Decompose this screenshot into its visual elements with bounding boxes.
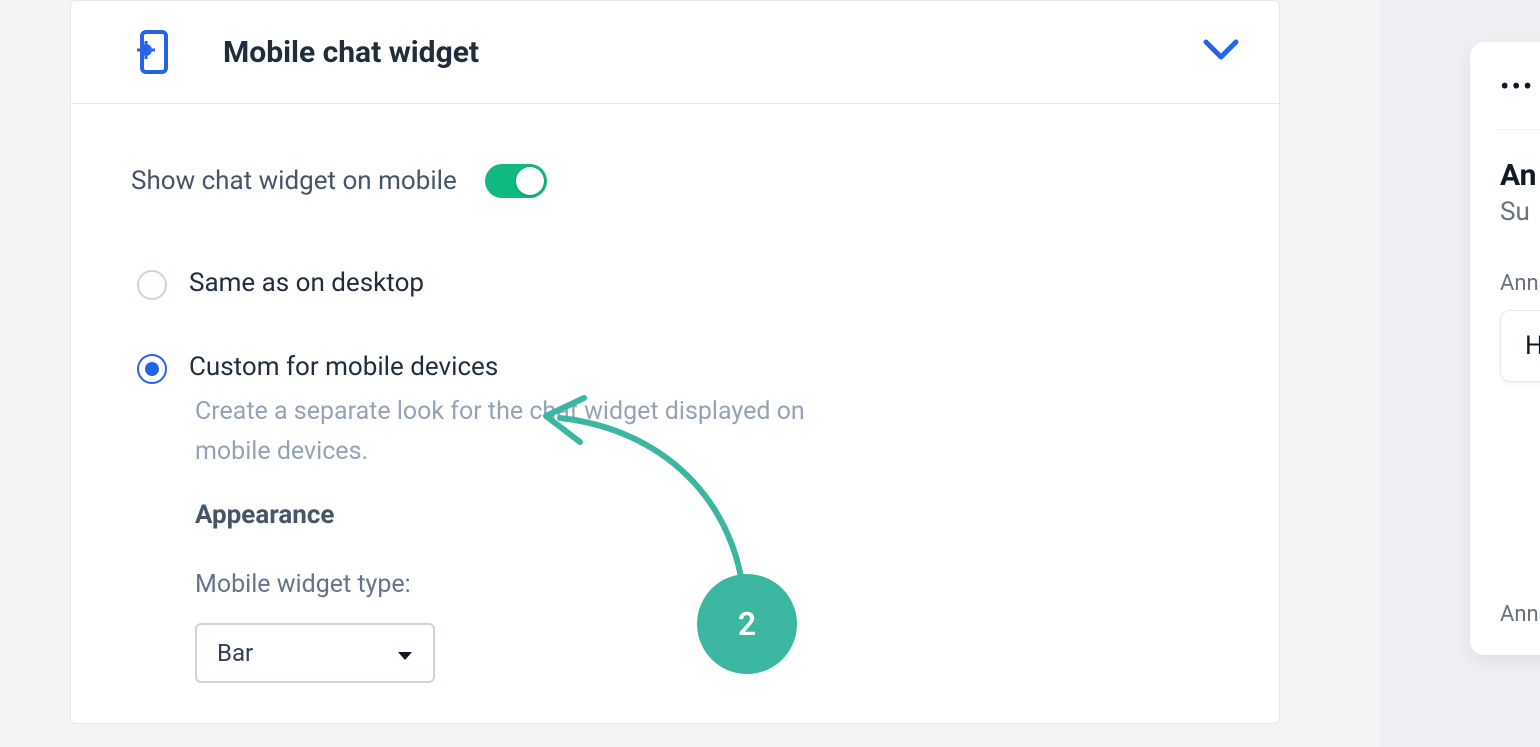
message-author-2: Anna bbox=[1500, 602, 1540, 627]
card-header[interactable]: Mobile chat widget bbox=[71, 1, 1279, 104]
chat-preview-card: ••• An Su Anna H Anna bbox=[1470, 42, 1540, 655]
card-body: Show chat widget on mobile Same as on de… bbox=[71, 104, 1279, 723]
radio-custom-mobile[interactable]: Custom for mobile devices bbox=[137, 352, 1219, 384]
widget-mode-group: Same as on desktop Custom for mobile dev… bbox=[131, 268, 1219, 683]
radio-label: Same as on desktop bbox=[189, 268, 424, 298]
radio-same-as-desktop[interactable]: Same as on desktop bbox=[137, 268, 1219, 300]
show-on-mobile-row: Show chat widget on mobile bbox=[131, 164, 1219, 198]
custom-option-description: Create a separate look for the chat widg… bbox=[195, 392, 875, 472]
widget-type-label: Mobile widget type: bbox=[195, 570, 1219, 599]
radio-label: Custom for mobile devices bbox=[189, 352, 498, 382]
message-author: Anna bbox=[1500, 271, 1540, 296]
card-title: Mobile chat widget bbox=[223, 35, 1203, 70]
caret-down-icon bbox=[397, 639, 413, 667]
radio-icon bbox=[137, 270, 167, 300]
message-bubble: H bbox=[1500, 310, 1540, 382]
more-icon[interactable]: ••• bbox=[1500, 70, 1540, 103]
widget-type-select[interactable]: Bar bbox=[195, 623, 435, 683]
toggle-knob bbox=[516, 167, 544, 195]
custom-option-body: Create a separate look for the chat widg… bbox=[137, 392, 1219, 683]
preview-agent-name: An bbox=[1500, 158, 1540, 193]
mobile-gear-icon bbox=[131, 29, 177, 75]
divider bbox=[1496, 129, 1540, 130]
chevron-down-icon[interactable] bbox=[1203, 39, 1239, 65]
show-on-mobile-toggle[interactable] bbox=[485, 164, 547, 198]
select-value: Bar bbox=[217, 639, 253, 667]
mobile-chat-widget-card: Mobile chat widget Show chat widget on m… bbox=[70, 0, 1280, 724]
radio-icon-selected bbox=[137, 354, 167, 384]
preview-agent-subtitle: Su bbox=[1500, 197, 1540, 227]
appearance-heading: Appearance bbox=[195, 500, 1219, 530]
show-on-mobile-label: Show chat widget on mobile bbox=[131, 166, 457, 196]
